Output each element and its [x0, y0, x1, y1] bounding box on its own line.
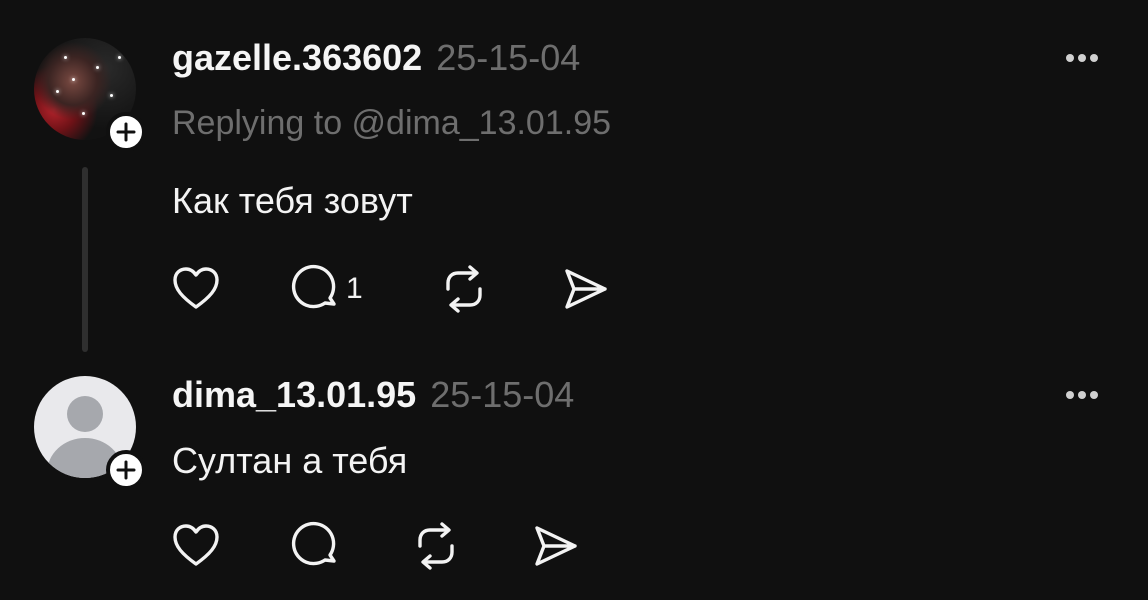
replying-to-label[interactable]: Replying to @dima_13.01.95 [172, 104, 611, 143]
avatar-sparkle [110, 94, 113, 97]
reply-count: 1 [346, 272, 363, 305]
comment-icon [291, 264, 336, 309]
post-text: Султан а тебя [172, 440, 408, 481]
repost-button[interactable] [438, 263, 490, 315]
avatar-sparkle [96, 66, 99, 69]
more-button[interactable] [1058, 377, 1106, 413]
send-icon [535, 526, 577, 566]
avatar-sparkle [118, 56, 121, 59]
comment-icon [291, 521, 336, 566]
heart-icon [173, 267, 219, 309]
share-button[interactable] [530, 520, 582, 572]
share-button[interactable] [560, 263, 612, 315]
plus-icon [116, 460, 136, 480]
follow-button[interactable] [106, 450, 146, 490]
avatar-sparkle [56, 90, 59, 93]
avatar-container [34, 376, 146, 490]
more-icon [1066, 391, 1098, 399]
thread-post: dima_13.01.95 25-15-04 Султан а тебя [0, 360, 1148, 600]
thread-post: gazelle.363602 25-15-04 Replying to @dim… [0, 0, 1148, 360]
send-icon [565, 269, 607, 309]
repost-button[interactable] [410, 520, 462, 572]
avatar-sparkle [82, 112, 85, 115]
reply-button[interactable]: 1 [290, 263, 363, 315]
default-user-icon [67, 396, 103, 432]
more-icon [1066, 54, 1098, 62]
heart-icon [173, 524, 219, 566]
avatar-container [34, 38, 146, 152]
thread-line [82, 167, 88, 352]
avatar-sparkle [64, 56, 67, 59]
timestamp: 25-15-04 [436, 37, 581, 78]
like-button[interactable] [170, 520, 222, 572]
follow-button[interactable] [106, 112, 146, 152]
like-button[interactable] [170, 263, 222, 315]
username[interactable]: dima_13.01.95 [172, 374, 416, 416]
avatar-sparkle [72, 78, 75, 81]
post-header: dima_13.01.95 25-15-04 [172, 374, 574, 418]
repost-icon [446, 265, 482, 313]
username[interactable]: gazelle.363602 [172, 37, 422, 79]
plus-icon [116, 122, 136, 142]
post-text: Как тебя зовут [172, 180, 413, 221]
timestamp: 25-15-04 [430, 374, 575, 415]
repost-icon [418, 522, 454, 570]
more-button[interactable] [1058, 40, 1106, 76]
post-header: gazelle.363602 25-15-04 [172, 37, 580, 81]
reply-button[interactable] [290, 520, 342, 572]
